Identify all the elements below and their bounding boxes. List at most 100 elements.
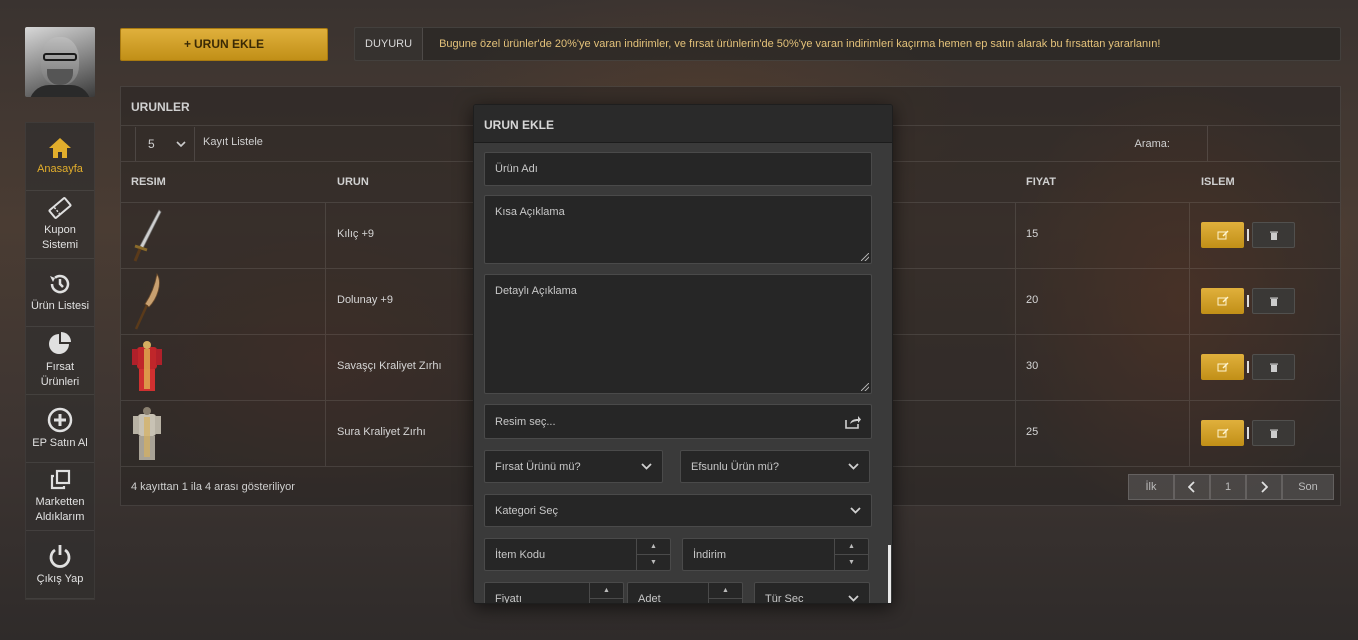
column-divider xyxy=(1015,335,1016,400)
chevron-left-icon xyxy=(1188,481,1195,493)
panel-title: URUNLER xyxy=(131,100,190,114)
search-label: Arama: xyxy=(1134,138,1170,150)
caret-up-icon[interactable]: ▲ xyxy=(709,583,742,599)
pager-first[interactable]: İlk xyxy=(1128,474,1174,500)
sidebar-item-coupons[interactable]: Kupon Sistemi xyxy=(26,191,94,259)
sidebar-item-logout[interactable]: Çıkış Yap xyxy=(26,531,94,599)
history-icon xyxy=(50,274,70,293)
deal-product-value: Fırsat Ürünü mü? xyxy=(495,460,581,473)
price-input[interactable]: Fiyatı ▲▼ xyxy=(484,582,624,604)
red-armor-image xyxy=(132,341,162,391)
column-divider xyxy=(1189,335,1190,400)
modal-scrollbar[interactable] xyxy=(888,545,891,603)
caret-up-icon[interactable]: ▲ xyxy=(637,539,670,555)
user-avatar[interactable] xyxy=(25,27,95,97)
column-header-image[interactable]: RESIM xyxy=(131,176,166,188)
pager-prev[interactable] xyxy=(1174,474,1210,500)
price-stepper[interactable]: ▲▼ xyxy=(589,583,623,603)
sidebar-item-purchases[interactable]: Marketten Aldıklarım xyxy=(26,463,94,531)
plus-icon: + xyxy=(183,37,191,51)
delete-button[interactable] xyxy=(1252,354,1295,380)
detail-description-textarea[interactable]: Detaylı Açıklama xyxy=(484,274,872,394)
pager-page[interactable]: 1 xyxy=(1210,474,1246,500)
action-separator xyxy=(1247,295,1249,307)
action-separator xyxy=(1247,361,1249,373)
caret-up-icon[interactable]: ▲ xyxy=(590,583,623,599)
trash-icon xyxy=(1269,429,1278,438)
pager-next[interactable] xyxy=(1246,474,1282,500)
image-file-input[interactable]: Resim seç... xyxy=(484,404,872,439)
product-name-placeholder: Ürün Adı xyxy=(495,163,538,175)
pager-last[interactable]: Son xyxy=(1282,474,1334,500)
delete-button[interactable] xyxy=(1252,222,1295,248)
trash-icon xyxy=(1269,231,1278,240)
search-input[interactable] xyxy=(1207,126,1340,161)
quantity-stepper[interactable]: ▲▼ xyxy=(708,583,742,603)
type-select[interactable]: Tür Sec xyxy=(754,582,870,603)
plus-circle-icon xyxy=(47,407,73,432)
product-price: 30 xyxy=(1026,360,1039,372)
delete-button[interactable] xyxy=(1252,420,1295,446)
avatar-glasses xyxy=(43,53,77,61)
announcement-bar: DUYURU Bugune özel ürünler'de 20%'ye var… xyxy=(354,27,1341,61)
sidebar-item-home[interactable]: Anasayfa xyxy=(26,123,94,191)
sidebar-item-product-list[interactable]: Ürün Listesi xyxy=(26,259,94,327)
product-price: 15 xyxy=(1026,228,1039,240)
chevron-down-icon xyxy=(848,595,859,602)
upload-share-icon xyxy=(845,415,861,429)
discount-stepper[interactable]: ▲ ▼ xyxy=(834,539,868,570)
add-product-button[interactable]: + URUN EKLE xyxy=(120,28,328,61)
resize-handle[interactable] xyxy=(861,253,869,261)
product-name-input[interactable]: Ürün Adı xyxy=(484,152,872,186)
category-value: Kategori Seç xyxy=(495,504,558,517)
item-code-stepper[interactable]: ▲ ▼ xyxy=(636,539,670,570)
ticket-icon xyxy=(48,197,72,219)
sidebar-nav: Anasayfa Kupon Sistemi Ürün Listesi Fırs… xyxy=(25,122,95,600)
column-divider xyxy=(1015,401,1016,466)
resize-handle[interactable] xyxy=(861,383,869,391)
edit-button[interactable] xyxy=(1201,288,1244,314)
edit-button[interactable] xyxy=(1201,354,1244,380)
product-price: 25 xyxy=(1026,426,1039,438)
quantity-placeholder: Adet xyxy=(638,592,661,604)
category-select[interactable]: Kategori Seç xyxy=(484,494,872,527)
add-product-modal: URUN EKLE Ürün Adı Kısa Açıklama Detaylı… xyxy=(473,104,893,604)
bonus-product-value: Efsunlu Ürün mü? xyxy=(691,460,780,473)
edit-icon xyxy=(1217,428,1228,438)
discount-input[interactable]: İndirim ▲ ▼ xyxy=(682,538,869,571)
action-separator xyxy=(1247,229,1249,241)
column-header-product[interactable]: URUN xyxy=(337,176,369,188)
chevron-right-icon xyxy=(1261,481,1268,493)
page-size-select[interactable]: 5 xyxy=(135,127,195,161)
item-code-input[interactable]: İtem Kodu ▲ ▼ xyxy=(484,538,671,571)
edit-button[interactable] xyxy=(1201,420,1244,446)
sidebar-item-buy-ep[interactable]: EP Satın Al xyxy=(26,395,94,463)
caret-down-icon[interactable]: ▼ xyxy=(637,555,670,570)
column-divider xyxy=(1189,401,1190,466)
caret-down-icon[interactable]: ▼ xyxy=(709,599,742,603)
product-image-cell xyxy=(121,203,326,268)
edit-button[interactable] xyxy=(1201,222,1244,248)
announcement-message: Bugune özel ürünler'de 20%'ye varan indi… xyxy=(439,38,1161,50)
white-armor-image xyxy=(133,407,161,460)
edit-icon xyxy=(1217,362,1228,372)
caret-up-icon[interactable]: ▲ xyxy=(835,539,868,555)
edit-icon xyxy=(1217,296,1228,306)
bonus-product-select[interactable]: Efsunlu Ürün mü? xyxy=(680,450,870,483)
modal-title: URUN EKLE xyxy=(474,105,892,143)
caret-down-icon[interactable]: ▼ xyxy=(590,599,623,603)
sidebar-item-label: Kupon Sistemi xyxy=(41,224,79,251)
sidebar-item-label: Marketten Aldıklarım xyxy=(35,496,85,523)
quantity-input[interactable]: Adet ▲▼ xyxy=(627,582,743,604)
column-header-price[interactable]: FIYAT xyxy=(1026,176,1056,188)
delete-button[interactable] xyxy=(1252,288,1295,314)
chevron-down-icon xyxy=(176,141,186,147)
action-separator xyxy=(1247,427,1249,439)
price-placeholder: Fiyatı xyxy=(495,592,522,604)
sidebar-item-deals[interactable]: Fırsat Ürünleri xyxy=(26,327,94,395)
clone-icon xyxy=(50,469,71,490)
deal-product-select[interactable]: Fırsat Ürünü mü? xyxy=(484,450,663,483)
short-description-textarea[interactable]: Kısa Açıklama xyxy=(484,195,872,264)
column-divider xyxy=(1189,269,1190,334)
caret-down-icon[interactable]: ▼ xyxy=(835,555,868,570)
